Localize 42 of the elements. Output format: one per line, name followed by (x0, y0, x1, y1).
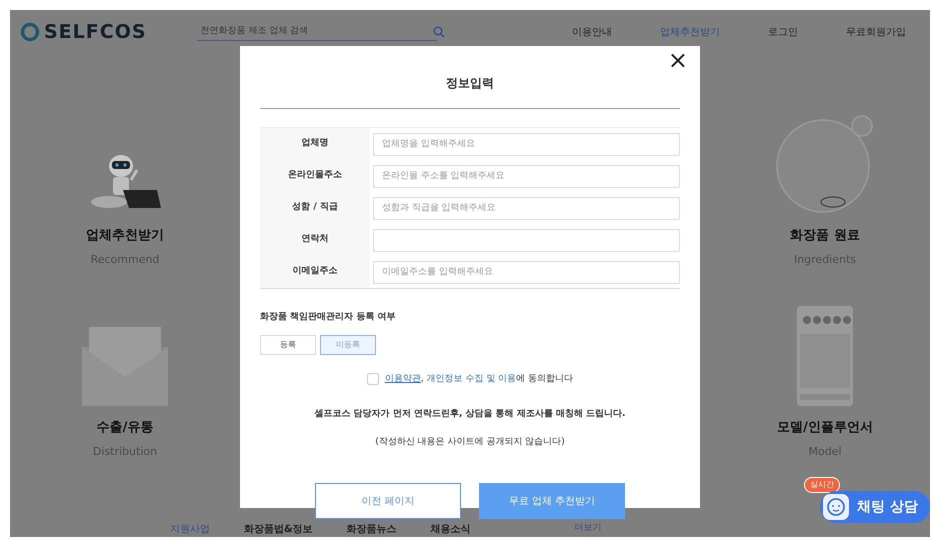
more-link[interactable]: 더보기 (574, 522, 602, 537)
footer-link[interactable]: 화장품뉴스 (346, 522, 397, 537)
footer-link[interactable]: 지원사업 (170, 522, 210, 537)
input-field[interactable]: 업체명을 입력해주세요 (373, 132, 680, 156)
nav-link[interactable]: 이용안내 (572, 24, 612, 40)
chat-button[interactable]: 채팅 상담 (820, 491, 930, 523)
terms-link[interactable]: 이용약관 (384, 374, 421, 384)
terms-link[interactable]: 개인정보 수집 및 이용 (426, 374, 516, 384)
input-field[interactable]: 이메일주소를 입력해주세요 (373, 260, 680, 284)
input-field[interactable] (373, 228, 680, 252)
field-label: 연락처 (302, 233, 328, 246)
submit-button[interactable]: 무료 업체 추천받기 (479, 483, 625, 519)
live-badge: 실시간 (804, 477, 840, 493)
feature-title: 수출/유통 (96, 419, 154, 437)
feature-title: 업체추천받기 (86, 227, 164, 245)
field-label: 이메일주소 (292, 265, 338, 278)
notice-text: (작성하신 내용은 사이트에 공개되지 않습니다) (374, 436, 566, 448)
question-label: 화장품 책임판매관리자 등록 여부 (260, 311, 396, 324)
feature-title: 화장품 원료 (790, 227, 860, 245)
close-button[interactable]: × (664, 48, 692, 72)
field-label: 성함 / 직급 (292, 201, 338, 214)
footer-link[interactable]: 채용소식 (430, 522, 471, 537)
input-field[interactable]: 성함과 직급을 입력해주세요 (373, 196, 680, 220)
nav-link[interactable]: 로그인 (768, 24, 798, 40)
nav-link[interactable]: 무료회원가입 (846, 24, 906, 40)
field-label: 업체명 (302, 137, 328, 150)
notice-text: 셀프코스 담당자가 먼저 연락드린후, 상담을 통해 제조사를 매칭해 드립니다. (314, 408, 626, 421)
nav-link[interactable]: 업체추천받기 (660, 24, 720, 40)
agreement-text: 이용약관, 개인정보 수집 및 이용에 동의합니다 (384, 372, 574, 386)
search-field[interactable]: 천연화장품 제조 업체 검색 (196, 22, 437, 42)
footer-link[interactable]: 화장품법&정보 (244, 522, 313, 537)
logo-icon (20, 22, 40, 42)
option-button[interactable]: 등록 (260, 334, 316, 354)
option-button[interactable]: 미등록 (320, 334, 376, 354)
agree-checkbox[interactable] (366, 373, 379, 386)
feature-title: 모델/인플루언서 (777, 419, 873, 437)
modal-title: 정보입력 (446, 76, 494, 90)
field-label: 온라인몰주소 (288, 169, 342, 182)
logo-text: SELFCOS (44, 20, 147, 45)
input-field[interactable]: 온라인몰 주소를 입력해주세요 (373, 164, 680, 188)
back-button[interactable]: 이전 페이지 (315, 483, 461, 519)
search-icon[interactable] (432, 26, 445, 38)
